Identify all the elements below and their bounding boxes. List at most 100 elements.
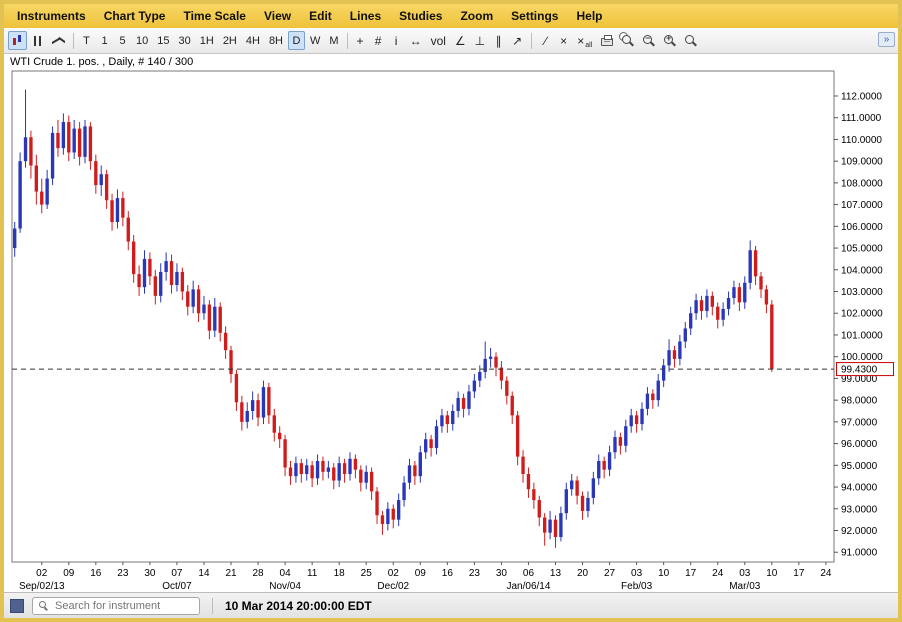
- svg-text:02: 02: [36, 568, 48, 579]
- svg-text:92.0000: 92.0000: [841, 526, 878, 537]
- info-button[interactable]: i: [388, 31, 405, 50]
- svg-text:95.0000: 95.0000: [841, 461, 878, 472]
- timescale-button-t[interactable]: T: [78, 31, 95, 50]
- tools-group: + # i ↔ vol ∠ ⊥ ∥ ↗ ∕ × × all: [352, 31, 702, 50]
- svg-text:30: 30: [144, 568, 156, 579]
- separator: [346, 32, 348, 49]
- crosshair-button[interactable]: +: [352, 31, 369, 50]
- menu-item-lines[interactable]: Lines: [341, 6, 390, 26]
- search-input[interactable]: [32, 597, 200, 615]
- menu-item-zoom[interactable]: Zoom: [451, 6, 502, 26]
- trend-line-button[interactable]: ∠: [451, 31, 470, 50]
- menu-item-instruments[interactable]: Instruments: [8, 6, 95, 26]
- svg-text:Mar/03: Mar/03: [729, 581, 761, 592]
- expand-horizontal-button[interactable]: ↔: [406, 31, 426, 50]
- search-box: [32, 596, 200, 615]
- svg-text:03: 03: [739, 568, 751, 579]
- menu-item-time-scale[interactable]: Time Scale: [174, 6, 254, 26]
- info-icon: i: [394, 33, 398, 48]
- volume-button[interactable]: vol: [427, 31, 450, 50]
- delete-line-button[interactable]: ×: [555, 31, 572, 50]
- timescale-button-1h[interactable]: 1H: [196, 31, 218, 50]
- svg-text:28: 28: [252, 568, 264, 579]
- status-bar: 10 Mar 2014 20:00:00 EDT: [4, 592, 898, 618]
- candlestick-chart-icon: [12, 34, 23, 47]
- volume-icon: vol: [430, 33, 446, 48]
- timescale-button-w[interactable]: W: [306, 31, 324, 50]
- svg-text:13: 13: [550, 568, 562, 579]
- svg-text:105.0000: 105.0000: [841, 244, 883, 255]
- separator: [212, 597, 213, 614]
- candlestick-chart-icon-button[interactable]: [8, 31, 27, 50]
- svg-text:04: 04: [280, 568, 292, 579]
- search-icon: [39, 601, 46, 608]
- separator: [531, 32, 533, 49]
- toolbar-collapse-button[interactable]: »: [878, 32, 895, 47]
- print-preview-button[interactable]: [618, 31, 638, 50]
- svg-text:101.0000: 101.0000: [841, 330, 883, 341]
- price-axis: 91.0000 92.0000 93.0000 94.0000 95.0000 96.00…: [834, 91, 883, 559]
- menu-item-view[interactable]: View: [255, 6, 300, 26]
- svg-text:10: 10: [658, 568, 670, 579]
- svg-text:102.0000: 102.0000: [841, 309, 883, 320]
- timescale-button-m[interactable]: M: [325, 31, 342, 50]
- expand-horizontal-icon: ↔: [409, 33, 422, 48]
- parallel-lines-button[interactable]: ∥: [490, 31, 507, 50]
- timescale-button-4h[interactable]: 4H: [242, 31, 264, 50]
- ohlc-bars-icon-button[interactable]: [28, 31, 47, 50]
- menu-item-settings[interactable]: Settings: [502, 6, 567, 26]
- zoom-range-icon: [685, 35, 695, 44]
- timescale-button-15[interactable]: 15: [153, 31, 173, 50]
- line-chart-icon-button[interactable]: [48, 31, 69, 50]
- timescale-button-10[interactable]: 10: [132, 31, 152, 50]
- svg-text:09: 09: [63, 568, 75, 579]
- timescale-button-5[interactable]: 5: [114, 31, 131, 50]
- zoom-range-button[interactable]: [681, 31, 701, 50]
- ray-line-icon: ↗: [512, 33, 523, 48]
- svg-text:104.0000: 104.0000: [841, 265, 883, 276]
- timescale-button-30[interactable]: 30: [175, 31, 195, 50]
- zoom-in-button[interactable]: [660, 31, 680, 50]
- timescale-button-1[interactable]: 1: [96, 31, 113, 50]
- svg-text:14: 14: [198, 568, 210, 579]
- freehand-line-button[interactable]: ∕: [537, 31, 554, 50]
- printer-button[interactable]: [597, 31, 617, 50]
- grid-button[interactable]: #: [370, 31, 387, 50]
- svg-text:108.0000: 108.0000: [841, 178, 883, 189]
- zoom-out-button[interactable]: [639, 31, 659, 50]
- svg-text:99.4300: 99.4300: [841, 365, 878, 376]
- svg-text:112.0000: 112.0000: [841, 91, 882, 102]
- freehand-line-icon: ∕: [544, 33, 547, 48]
- timescale-button-d[interactable]: D: [288, 31, 305, 50]
- statusbar-timestamp: 10 Mar 2014 20:00:00 EDT: [225, 598, 372, 613]
- menu-item-studies[interactable]: Studies: [390, 6, 451, 26]
- svg-text:02: 02: [388, 568, 400, 579]
- svg-text:07: 07: [171, 568, 183, 579]
- menu-item-edit[interactable]: Edit: [300, 6, 341, 26]
- svg-text:23: 23: [469, 568, 481, 579]
- timescale-button-2h[interactable]: 2H: [219, 31, 241, 50]
- ray-line-button[interactable]: ↗: [508, 31, 526, 50]
- svg-text:Oct/07: Oct/07: [162, 581, 192, 592]
- delete-all-lines-button[interactable]: × all: [573, 31, 596, 50]
- svg-text:06: 06: [523, 568, 535, 579]
- delete-all-lines-icon-sub: all: [585, 42, 593, 49]
- toolbar: T151015301H2H4H8HDWM +#i↔vol∠⊥∥↗∕××all »: [4, 28, 898, 54]
- print-preview-icon: [622, 35, 632, 44]
- svg-text:09: 09: [415, 568, 427, 579]
- svg-text:24: 24: [820, 568, 832, 579]
- menu-item-chart-type[interactable]: Chart Type: [95, 6, 175, 26]
- line-chart-icon: [52, 35, 65, 46]
- zoom-out-icon: [643, 34, 653, 44]
- timescale-button-8h[interactable]: 8H: [265, 31, 287, 50]
- menu-item-help[interactable]: Help: [567, 6, 611, 26]
- vertical-line-button[interactable]: ⊥: [471, 31, 489, 50]
- svg-text:93.0000: 93.0000: [841, 504, 878, 515]
- chart-canvas[interactable]: 91.0000 92.0000 93.0000 94.0000 95.0000 96.00…: [4, 69, 898, 592]
- parallel-lines-icon: ∥: [495, 33, 502, 48]
- svg-text:30: 30: [496, 568, 508, 579]
- vertical-line-icon: ⊥: [474, 33, 486, 48]
- status-square-icon[interactable]: [10, 598, 24, 613]
- svg-text:100.0000: 100.0000: [841, 352, 883, 363]
- svg-text:11: 11: [307, 568, 318, 579]
